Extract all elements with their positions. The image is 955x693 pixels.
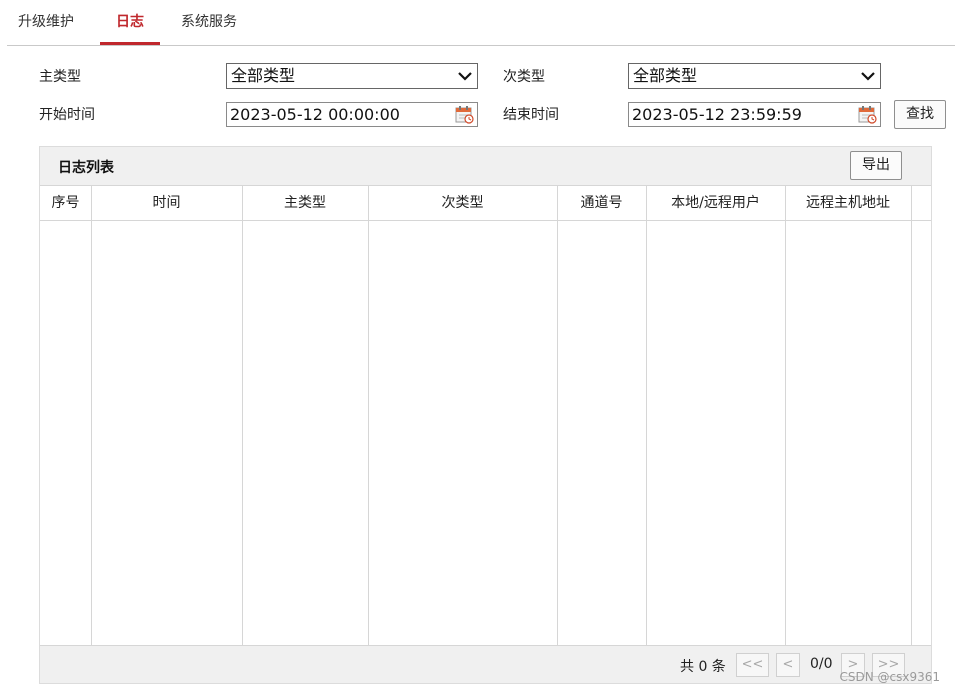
log-list-title: 日志列表 [58,160,114,176]
main-type-value: 全部类型 [231,66,296,85]
start-time-input[interactable]: 2023-05-12 00:00:00 [226,102,478,127]
end-time-input[interactable]: 2023-05-12 23:59:59 [628,102,881,127]
column-divider [646,185,647,645]
column-header-channel[interactable]: 通道号 [557,186,646,221]
pagination-bar: 共 0 条 << < 0/0 > >> [40,645,931,683]
start-time-value: 2023-05-12 00:00:00 [230,105,400,124]
watermark: CSDN @csx9361 [839,670,940,684]
tab-log[interactable]: 日志 [100,0,160,45]
log-table: 序号 时间 主类型 次类型 通道号 本地/远程用户 远程主机地址 [40,185,931,645]
column-header-time[interactable]: 时间 [91,186,242,221]
tab-system-service[interactable]: 系统服务 [170,0,248,45]
column-header-user[interactable]: 本地/远程用户 [646,186,785,221]
sub-type-label: 次类型 [503,69,545,85]
calendar-icon[interactable] [858,105,877,124]
column-divider [91,185,92,645]
main-type-label: 主类型 [39,69,81,85]
prev-page-button[interactable]: < [776,653,800,677]
export-button[interactable]: 导出 [850,151,902,180]
total-count: 共 0 条 [680,659,726,675]
start-time-label: 开始时间 [39,107,95,123]
column-header-remote-host[interactable]: 远程主机地址 [785,186,911,221]
column-header-sub-type[interactable]: 次类型 [368,186,557,221]
end-time-value: 2023-05-12 23:59:59 [632,105,802,124]
column-header-main-type[interactable]: 主类型 [242,186,368,221]
page-indicator: 0/0 [810,656,833,672]
search-button[interactable]: 查找 [894,100,946,129]
column-header-index[interactable]: 序号 [40,186,91,221]
log-list-header: 日志列表 导出 [40,147,931,185]
calendar-icon[interactable] [455,105,474,124]
column-divider [785,185,786,645]
column-divider [368,185,369,645]
sub-type-select[interactable]: 全部类型 [628,63,881,89]
chevron-down-icon [861,72,875,81]
tab-upgrade-maintenance[interactable]: 升级维护 [7,0,85,45]
chevron-down-icon [458,72,472,81]
end-time-label: 结束时间 [503,107,559,123]
tab-bar: 升级维护 日志 系统服务 [7,0,955,46]
log-list-panel: 日志列表 导出 序号 时间 主类型 次类型 通道号 本地/远程用户 远程主机地址… [39,146,932,684]
first-page-button[interactable]: << [736,653,769,677]
log-table-header: 序号 时间 主类型 次类型 通道号 本地/远程用户 远程主机地址 [40,185,931,221]
main-type-select[interactable]: 全部类型 [226,63,478,89]
sub-type-value: 全部类型 [633,66,698,85]
column-divider [557,185,558,645]
column-divider [911,185,912,645]
column-divider [242,185,243,645]
